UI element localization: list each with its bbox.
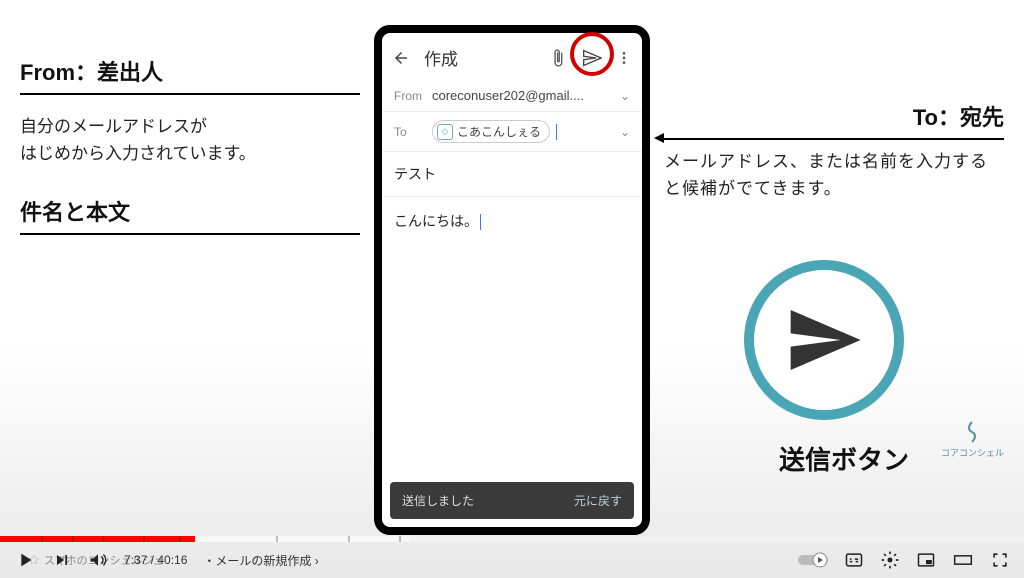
contact-badge-icon: ◇ — [437, 124, 453, 140]
annotation-to-title: To：宛先 — [664, 100, 1004, 140]
compose-header: 作成 — [382, 33, 642, 80]
chapter-title[interactable]: ・メールの新規作成 › — [203, 552, 318, 569]
back-icon[interactable] — [392, 49, 410, 67]
compose-title: 作成 — [424, 45, 534, 70]
fullscreen-button[interactable] — [990, 550, 1010, 570]
more-icon[interactable] — [616, 50, 632, 66]
subject-field[interactable]: テスト — [382, 152, 642, 197]
video-controls: 7:37 / 40:16 ・メールの新規作成 › — [0, 542, 1024, 578]
autoplay-toggle[interactable] — [798, 552, 828, 568]
snackbar-message: 送信しました — [402, 492, 474, 509]
miniplayer-button[interactable] — [916, 550, 936, 570]
brand-logo: コアコンシェル — [941, 420, 1004, 459]
from-row[interactable]: From coreconuser202@gmail.... ⌄ — [382, 80, 642, 112]
time-display: 7:37 / 40:16 — [124, 553, 187, 567]
annotation-from-title: From：差出人 — [20, 55, 360, 95]
phone-mockup: 作成 From coreconuser202@gmail.... ⌄ To ◇ … — [374, 25, 650, 535]
recipient-chip-label: こあこんしぇる — [457, 123, 541, 140]
slide-content: From：差出人 自分のメールアドレスが はじめから入力されています。 件名と本… — [0, 0, 1024, 542]
body-field[interactable]: こんにちは。 — [382, 197, 642, 245]
brand-logo-text: コアコンシェル — [941, 446, 1004, 459]
annotation-to: To：宛先 メールアドレス、または名前を入力すると候補がでてきます。 — [664, 100, 1004, 202]
annotation-to-title-text: To：宛先 — [913, 105, 1004, 130]
annotation-to-desc: メールアドレス、または名前を入力すると候補がでてきます。 — [664, 148, 1004, 202]
text-cursor — [556, 124, 557, 140]
settings-button[interactable] — [880, 550, 900, 570]
volume-button[interactable] — [88, 550, 108, 570]
chevron-right-icon: › — [315, 554, 319, 568]
send-button[interactable] — [582, 48, 602, 68]
annotation-subject-body-title: 件名と本文 — [20, 195, 360, 235]
recipient-chip[interactable]: ◇ こあこんしぇる — [432, 120, 550, 143]
chevron-down-icon: ⌄ — [620, 125, 630, 139]
text-cursor — [480, 214, 481, 230]
attach-icon[interactable] — [548, 48, 568, 68]
chapter-title-text: メールの新規作成 — [215, 554, 311, 568]
chapter-bullet: ・ — [203, 554, 215, 568]
send-button-illustration — [744, 260, 904, 420]
send-icon — [784, 300, 864, 380]
next-button[interactable] — [52, 550, 72, 570]
play-button[interactable] — [14, 549, 36, 571]
body-text: こんにちは。 — [394, 213, 478, 229]
chevron-down-icon: ⌄ — [620, 89, 630, 103]
to-row[interactable]: To ◇ こあこんしぇる ⌄ — [382, 112, 642, 152]
time-current: 7:37 — [124, 553, 147, 567]
snackbar-undo[interactable]: 元に戻す — [574, 492, 622, 509]
to-label: To — [394, 125, 432, 139]
send-button-label: 送信ボタン — [779, 440, 909, 477]
arrow-left-icon — [654, 133, 664, 143]
from-label: From — [394, 89, 432, 103]
annotation-subject-body: 件名と本文 — [20, 195, 360, 235]
theater-button[interactable] — [952, 550, 974, 570]
time-total: 40:16 — [157, 553, 187, 567]
annotation-from-desc: 自分のメールアドレスが はじめから入力されています。 — [20, 113, 360, 167]
annotation-from: From：差出人 自分のメールアドレスが はじめから入力されています。 — [20, 55, 360, 167]
captions-button[interactable] — [844, 550, 864, 570]
snackbar: 送信しました 元に戻す — [390, 482, 634, 519]
from-value: coreconuser202@gmail.... — [432, 88, 620, 103]
